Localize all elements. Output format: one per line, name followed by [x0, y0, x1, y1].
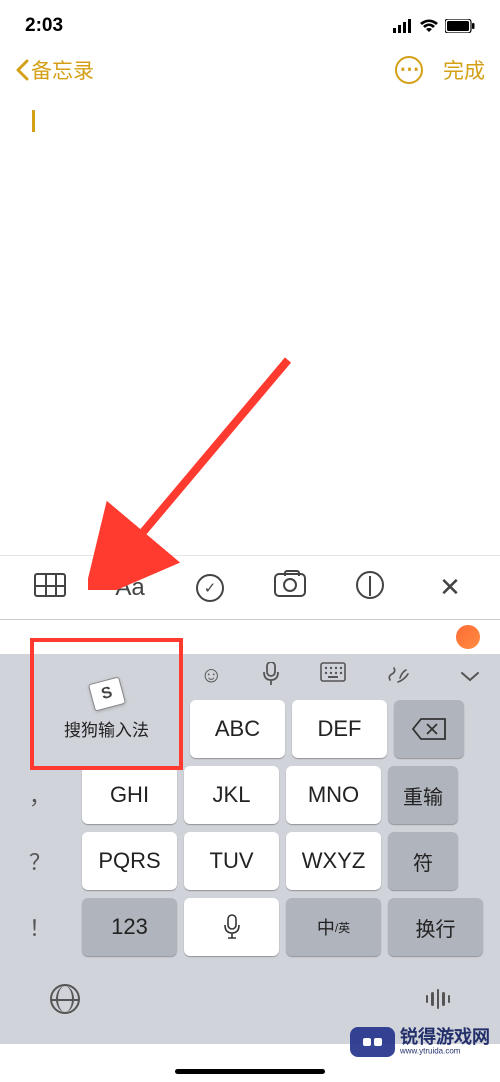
format-button[interactable]: Aa [110, 574, 150, 602]
battery-icon [445, 19, 475, 33]
emoji-icon[interactable]: ☺ [200, 662, 222, 692]
key-symbol[interactable]: 符 [388, 832, 458, 890]
key-wxyz[interactable]: WXYZ [286, 832, 381, 890]
status-time: 2:03 [25, 15, 63, 37]
back-label: 备忘录 [31, 55, 94, 85]
key-retype[interactable]: 重输 [388, 766, 458, 824]
sogou-ime-button[interactable]: S 搜狗输入法 [34, 660, 179, 760]
watermark-name: 锐得游戏网 [400, 1028, 490, 1046]
notes-toolbar: Aa ✓ ✕ [0, 555, 500, 619]
mic-icon[interactable] [262, 662, 280, 692]
key-tuv[interactable]: TUV [184, 832, 279, 890]
keyboard-switch-icon[interactable] [320, 662, 346, 692]
text-caret [32, 110, 35, 132]
key-mno[interactable]: MNO [286, 766, 381, 824]
status-indicators [393, 19, 475, 33]
key-enter[interactable]: 换行 [388, 898, 483, 956]
key-abc[interactable]: ABC [190, 700, 285, 758]
more-icon[interactable] [395, 56, 423, 84]
key-ghi[interactable]: GHI [82, 766, 177, 824]
key-backspace[interactable] [394, 700, 464, 758]
sogou-avatar-icon[interactable] [456, 625, 480, 649]
watermark: 锐得游戏网 www.ytruida.com [350, 1027, 490, 1057]
sogou-label: 搜狗输入法 [64, 716, 149, 741]
done-button[interactable]: 完成 [443, 55, 485, 85]
close-icon[interactable]: ✕ [430, 572, 470, 603]
key-123[interactable]: 123 [82, 898, 177, 956]
key-language[interactable]: 中/英 [286, 898, 381, 956]
keyboard: ☺ S 搜狗输入法 ABC DEF [0, 619, 500, 1044]
key-question[interactable]: ？ [5, 832, 75, 890]
keyboard-topbar [0, 619, 500, 654]
wifi-icon [419, 19, 439, 33]
camera-icon[interactable] [270, 573, 310, 602]
nav-bar: 备忘录 完成 [0, 45, 500, 100]
key-comma[interactable]: ， [5, 766, 75, 824]
key-exclaim[interactable]: ！ [5, 898, 75, 956]
globe-icon[interactable] [50, 984, 80, 1014]
notes-editor[interactable] [0, 100, 500, 555]
markup-icon[interactable] [350, 571, 390, 604]
chevron-down-icon[interactable] [460, 667, 480, 688]
checklist-icon[interactable]: ✓ [190, 574, 230, 602]
status-bar: 2:03 [0, 0, 500, 45]
dictation-icon[interactable] [426, 989, 451, 1009]
chevron-left-icon [15, 59, 29, 81]
mic-icon [223, 914, 241, 940]
watermark-logo-icon [350, 1027, 395, 1057]
brush-icon[interactable] [386, 662, 410, 692]
table-icon[interactable] [30, 573, 70, 602]
key-mic[interactable] [184, 898, 279, 956]
back-button[interactable]: 备忘录 [15, 55, 94, 85]
backspace-icon [411, 717, 447, 741]
key-pqrs[interactable]: PQRS [82, 832, 177, 890]
home-indicator[interactable] [175, 1069, 325, 1074]
watermark-url: www.ytruida.com [400, 1047, 472, 1056]
key-def[interactable]: DEF [292, 700, 387, 758]
key-jkl[interactable]: JKL [184, 766, 279, 824]
sogou-logo-icon: S [87, 676, 125, 711]
signal-icon [393, 19, 413, 33]
